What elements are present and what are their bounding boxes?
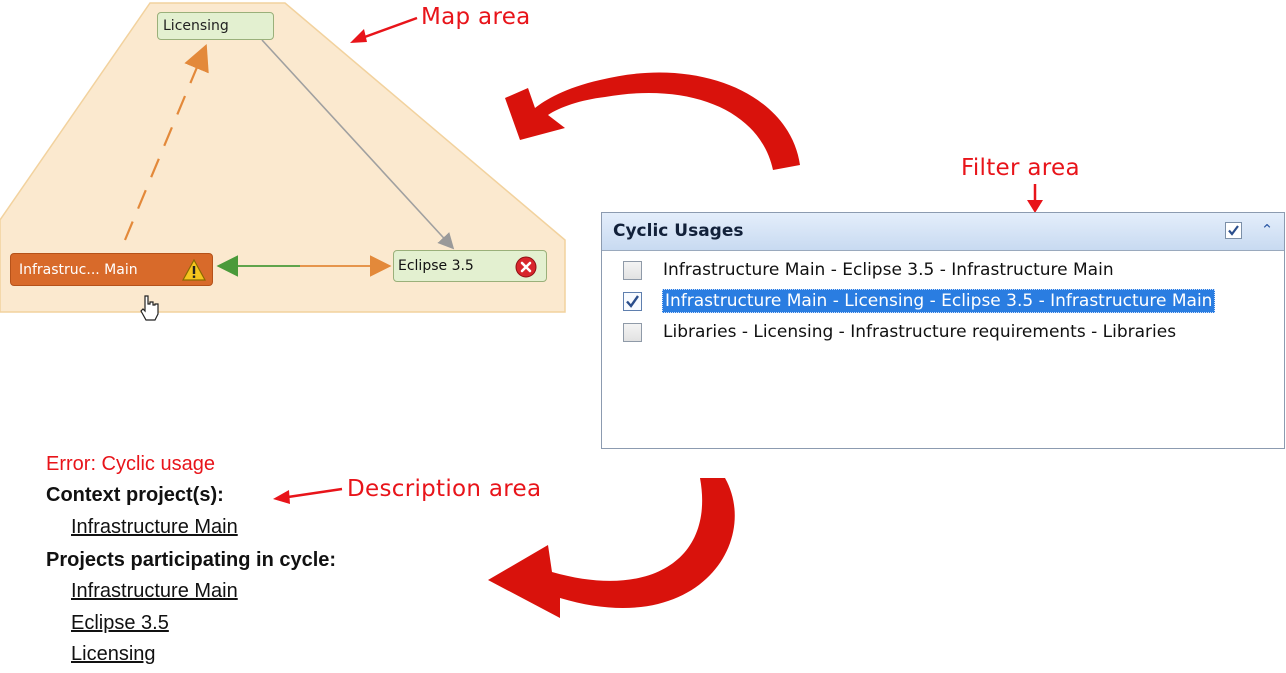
panel-header: Cyclic Usages ⌃ xyxy=(602,213,1284,251)
map-node-eclipse[interactable]: Eclipse 3.5 xyxy=(393,250,547,282)
warning-icon xyxy=(182,259,206,281)
panel-title: Cyclic Usages xyxy=(613,221,744,241)
context-heading: Context project(s): xyxy=(46,484,224,506)
filter-area-callout: Filter area xyxy=(961,155,1080,181)
row-label: Infrastructure Main - Eclipse 3.5 - Infr… xyxy=(663,260,1114,280)
map-pointer-arrow xyxy=(350,16,418,43)
description-pointer-arrow xyxy=(273,487,343,504)
participant-link[interactable]: Licensing xyxy=(71,643,156,666)
row-checkbox[interactable] xyxy=(623,323,642,342)
map-node-label: Infrastruc... Main xyxy=(19,261,138,278)
map-node-licensing[interactable]: Licensing xyxy=(157,12,274,40)
map-node-infrastructure-main[interactable]: Infrastruc... Main xyxy=(10,253,213,286)
row-checkbox[interactable] xyxy=(623,261,642,280)
description-area-callout: Description area xyxy=(347,476,542,502)
cyclic-usage-row[interactable]: Libraries - Licensing - Infrastructure r… xyxy=(603,318,1283,348)
context-project-link[interactable]: Infrastructure Main xyxy=(71,516,238,539)
participant-link[interactable]: Infrastructure Main xyxy=(71,580,238,603)
checkmark-icon xyxy=(626,295,639,308)
row-label: Infrastructure Main - Licensing - Eclips… xyxy=(662,289,1216,313)
cyclic-usages-panel: Cyclic Usages ⌃ Infrastructure Main - Ec… xyxy=(601,212,1285,449)
map-area-callout: Map area xyxy=(421,4,531,30)
flow-arrow-map-to-filter xyxy=(505,72,800,170)
map-node-label: Licensing xyxy=(163,18,229,34)
row-checkbox[interactable] xyxy=(623,292,642,311)
select-all-checkbox[interactable] xyxy=(1225,222,1242,239)
error-message: Error: Cyclic usage xyxy=(46,453,215,475)
checkmark-icon xyxy=(1228,225,1239,236)
filter-pointer-arrow xyxy=(1027,184,1043,213)
participant-link[interactable]: Eclipse 3.5 xyxy=(71,612,169,635)
participants-heading: Projects participating in cycle: xyxy=(46,549,337,571)
collapse-panel-button[interactable]: ⌃ xyxy=(1257,220,1277,242)
cyclic-usage-row[interactable]: Infrastructure Main - Eclipse 3.5 - Infr… xyxy=(603,256,1283,286)
map-node-label: Eclipse 3.5 xyxy=(398,258,474,274)
error-icon xyxy=(515,256,537,278)
cyclic-usage-row-selected[interactable]: Infrastructure Main - Licensing - Eclips… xyxy=(603,287,1283,317)
chevron-double-up-icon: ⌃ xyxy=(1260,221,1274,239)
row-label: Libraries - Licensing - Infrastructure r… xyxy=(663,322,1177,342)
